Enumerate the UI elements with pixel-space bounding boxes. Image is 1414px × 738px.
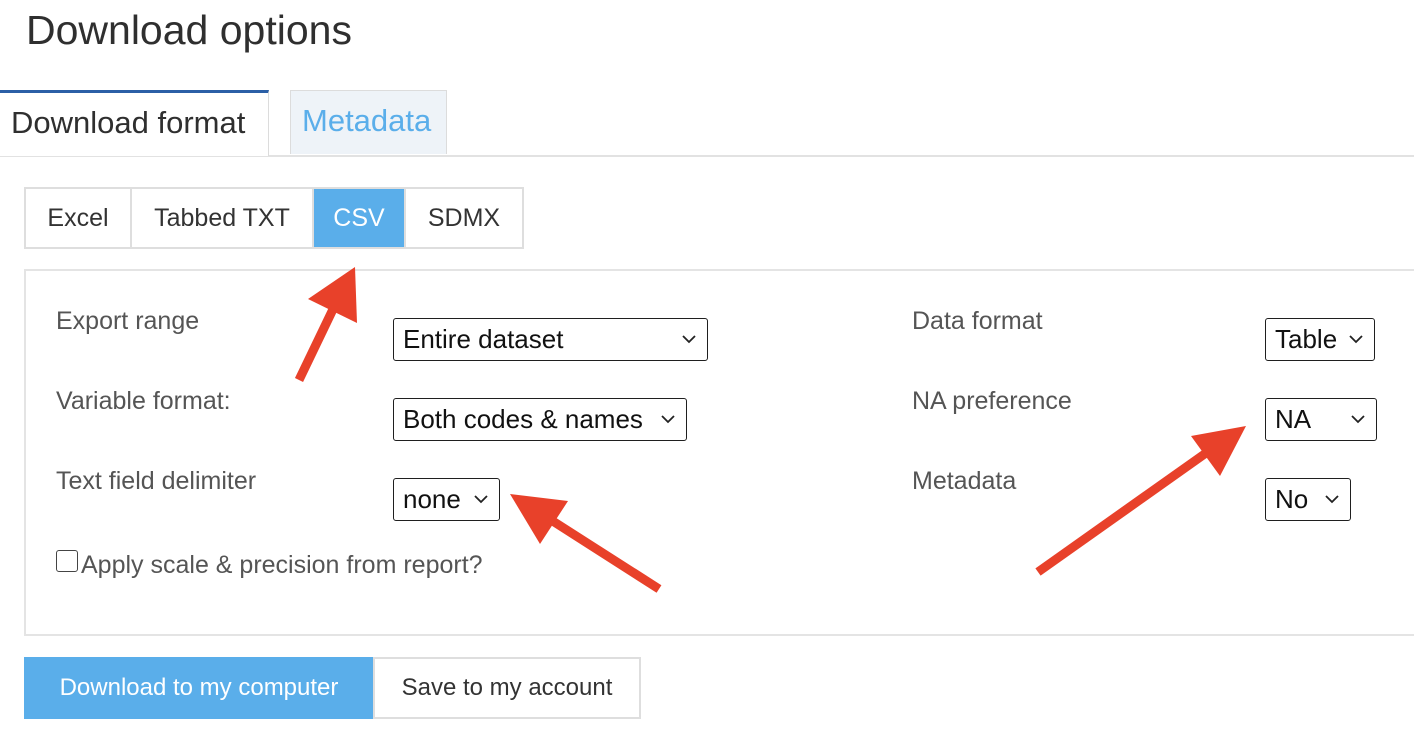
data-format-label: Data format (912, 307, 1043, 335)
variable-format-label: Variable format: (56, 387, 231, 415)
download-to-computer-button[interactable]: Download to my computer (24, 657, 374, 719)
format-csv-button[interactable]: CSV (314, 189, 406, 247)
na-preference-select[interactable]: NA (1265, 398, 1377, 441)
text-delimiter-select[interactable]: none (393, 478, 500, 521)
tab-download-format[interactable]: Download format (0, 90, 269, 156)
data-format-select[interactable]: Table (1265, 318, 1375, 361)
variable-format-select[interactable]: Both codes & names (393, 398, 687, 441)
chevron-down-icon (474, 495, 488, 504)
format-tabbed-txt-button[interactable]: Tabbed TXT (132, 189, 314, 247)
download-options-page: Download options Download format Metadat… (0, 0, 1414, 738)
metadata-label: Metadata (912, 467, 1017, 495)
chevron-down-icon (1349, 335, 1363, 344)
format-selector: Excel Tabbed TXT CSV SDMX (24, 187, 524, 249)
format-sdmx-button[interactable]: SDMX (406, 189, 522, 247)
text-delimiter-value: none (403, 484, 461, 514)
text-delimiter-label: Text field delimiter (56, 467, 257, 495)
save-to-account-button[interactable]: Save to my account (373, 657, 641, 719)
chevron-down-icon (661, 415, 675, 424)
tab-metadata[interactable]: Metadata (290, 90, 447, 154)
export-range-value: Entire dataset (403, 324, 564, 354)
apply-scale-label: Apply scale & precision from report? (81, 551, 483, 579)
export-range-label: Export range (56, 307, 200, 335)
chevron-down-icon (1325, 495, 1339, 504)
page-title: Download options (26, 7, 352, 53)
format-excel-button[interactable]: Excel (26, 189, 132, 247)
data-format-value: Table (1275, 324, 1338, 354)
chevron-down-icon (1351, 415, 1365, 424)
export-range-select[interactable]: Entire dataset (393, 318, 708, 361)
na-preference-label: NA preference (912, 387, 1072, 415)
metadata-select[interactable]: No (1265, 478, 1351, 521)
metadata-value: No (1275, 484, 1309, 514)
na-preference-value: NA (1275, 404, 1312, 434)
chevron-down-icon (682, 335, 696, 344)
variable-format-value: Both codes & names (403, 404, 643, 434)
apply-scale-checkbox[interactable] (56, 550, 78, 572)
